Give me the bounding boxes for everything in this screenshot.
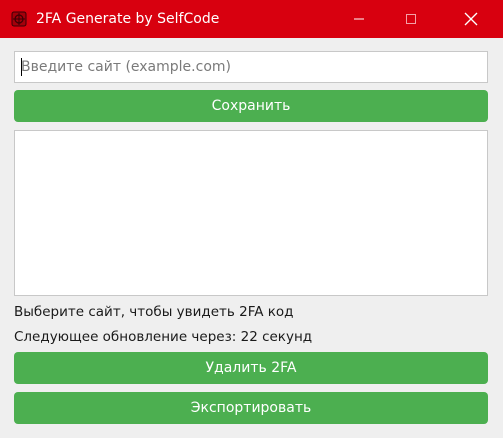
delete-2fa-button[interactable]: Удалить 2FA bbox=[14, 352, 488, 384]
window-title: 2FA Generate by SelfCode bbox=[36, 11, 220, 27]
code-hint-label: Выберите сайт, чтобы увидеть 2FA код bbox=[14, 304, 294, 320]
minimize-icon bbox=[354, 18, 364, 20]
title-bar[interactable]: 2FA Generate by SelfCode bbox=[0, 0, 503, 38]
site-input[interactable] bbox=[14, 51, 488, 83]
app-logo-icon bbox=[10, 10, 28, 28]
close-icon bbox=[464, 12, 478, 26]
maximize-button[interactable] bbox=[388, 0, 434, 38]
minimize-button[interactable] bbox=[336, 0, 382, 38]
maximize-icon bbox=[406, 14, 416, 24]
close-button[interactable] bbox=[448, 0, 494, 38]
save-button[interactable]: Сохранить bbox=[14, 90, 488, 122]
text-caret bbox=[21, 58, 22, 76]
site-list[interactable] bbox=[14, 130, 488, 296]
export-button[interactable]: Экспортировать bbox=[14, 392, 488, 424]
refresh-timer-label: Следующее обновление через: 22 секунд bbox=[14, 329, 313, 345]
app-window: 2FA Generate by SelfCode Сохранить Выбер… bbox=[0, 0, 503, 438]
